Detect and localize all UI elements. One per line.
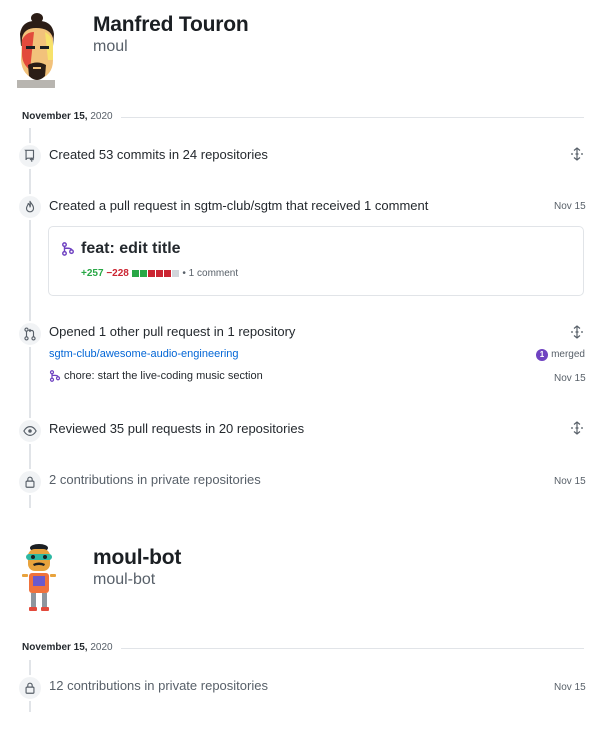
date-year: 2020 bbox=[90, 111, 113, 122]
user-login[interactable]: moul bbox=[93, 38, 128, 56]
diff-block-add bbox=[139, 269, 147, 277]
lock-badge bbox=[17, 675, 43, 701]
deletions-count: −228 bbox=[106, 268, 129, 279]
flame-icon bbox=[25, 200, 35, 213]
date-day: November 15, bbox=[22, 642, 88, 653]
date-header: November 15, 2020 bbox=[22, 642, 113, 653]
pr-created-time: Nov 15 bbox=[554, 201, 586, 212]
repo-push-badge bbox=[17, 143, 43, 169]
repository-link[interactable]: sgtm-club/awesome-audio-engineering bbox=[49, 348, 239, 360]
timeline-line bbox=[29, 128, 31, 508]
pr-opened-summary: Opened 1 other pull request in 1 reposit… bbox=[49, 324, 296, 339]
diff-block-del bbox=[163, 269, 171, 277]
pr-opened-time: Nov 15 bbox=[554, 373, 586, 384]
date-divider bbox=[121, 648, 584, 649]
merged-count-badge: 1 bbox=[536, 349, 548, 361]
pull-request-card: feat: edit title +257 −228 • 1 comment bbox=[48, 226, 584, 296]
unfold-icon[interactable] bbox=[570, 325, 584, 339]
lock-badge bbox=[17, 469, 43, 495]
user-avatar[interactable] bbox=[12, 10, 60, 88]
git-pull-request-icon bbox=[62, 242, 74, 256]
user-display-name[interactable]: moul-bot bbox=[93, 546, 181, 570]
lock-icon bbox=[25, 682, 35, 694]
user-login[interactable]: moul-bot bbox=[93, 571, 155, 589]
private-contributions-summary: 2 contributions in private repositories bbox=[49, 472, 261, 487]
additions-count: +257 bbox=[81, 268, 104, 279]
date-divider bbox=[121, 117, 584, 118]
date-year: 2020 bbox=[90, 642, 113, 653]
pr-created-summary: Created a pull request in sgtm-club/sgtm… bbox=[49, 198, 429, 213]
comment-count: • 1 comment bbox=[182, 268, 239, 279]
private-contributions-summary: 12 contributions in private repositories bbox=[49, 678, 268, 693]
user-avatar[interactable] bbox=[14, 543, 64, 615]
private-contributions-time: Nov 15 bbox=[554, 682, 586, 693]
date-day: November 15, bbox=[22, 111, 88, 122]
repo-push-icon bbox=[24, 149, 35, 162]
merged-label: merged bbox=[551, 349, 585, 360]
diff-block-add bbox=[131, 269, 139, 277]
flame-badge bbox=[17, 194, 43, 220]
pull-request-link[interactable]: chore: start the live-coding music secti… bbox=[64, 370, 263, 382]
merged-status: 1 merged bbox=[536, 348, 585, 361]
eye-icon bbox=[23, 426, 37, 436]
eye-badge bbox=[17, 418, 43, 444]
private-contributions-time: Nov 15 bbox=[554, 476, 586, 487]
lock-icon bbox=[25, 476, 35, 488]
user-display-name[interactable]: Manfred Touron bbox=[93, 13, 249, 37]
diff-stats: +257 −228 • 1 comment bbox=[81, 268, 238, 279]
diff-block-neutral bbox=[171, 269, 179, 277]
diff-block-del bbox=[147, 269, 155, 277]
reviewed-summary: Reviewed 35 pull requests in 20 reposito… bbox=[49, 421, 305, 436]
git-pull-request-icon bbox=[49, 370, 61, 382]
diff-bar bbox=[131, 268, 183, 279]
pull-request-title[interactable]: feat: edit title bbox=[81, 240, 181, 258]
unfold-icon[interactable] bbox=[570, 147, 584, 161]
commits-summary: Created 53 commits in 24 repositories bbox=[49, 147, 268, 162]
git-pull-request-icon bbox=[24, 327, 36, 341]
git-pull-request-badge bbox=[17, 321, 43, 347]
unfold-icon[interactable] bbox=[570, 421, 584, 435]
date-header: November 15, 2020 bbox=[22, 111, 113, 122]
diff-block-del bbox=[155, 269, 163, 277]
